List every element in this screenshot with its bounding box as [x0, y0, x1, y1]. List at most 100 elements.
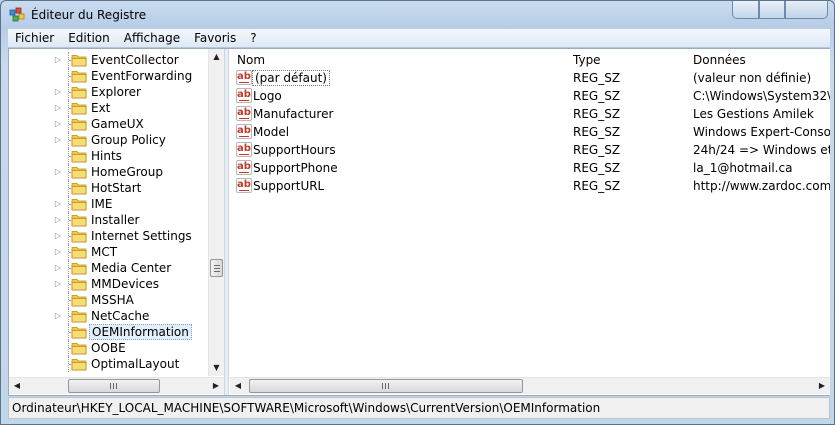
expand-arrow-icon[interactable]: ▷ — [53, 231, 63, 241]
column-header-data[interactable]: Données — [693, 53, 746, 67]
tree-item[interactable]: ▷ NetCache — [9, 308, 209, 324]
tree-item-label: MSSHA — [91, 293, 134, 307]
close-button[interactable] — [785, 1, 828, 19]
expand-arrow-icon[interactable]: ▷ — [53, 135, 63, 145]
expand-arrow-icon[interactable]: ▷ — [53, 103, 63, 113]
tree-hscroll-thumb[interactable] — [68, 379, 160, 393]
tree-item[interactable]: ▷ Media Center — [9, 260, 209, 276]
value-data: Windows Expert-Consom — [693, 125, 830, 139]
value-name: Manufacturer — [253, 107, 334, 121]
expand-arrow-icon[interactable]: ▷ — [53, 199, 63, 209]
menu-edition[interactable]: Edition — [61, 29, 117, 48]
tree-item[interactable]: Hints — [9, 148, 209, 164]
table-row[interactable]: ab SupportPhone REG_SZ la_1@hotmail.ca — [230, 159, 830, 177]
tree-item[interactable]: ▷ IME — [9, 196, 209, 212]
tree-item[interactable]: OOBE — [9, 340, 209, 356]
folder-icon — [71, 231, 87, 243]
key-tree-pane: ▷ EventCollector EventForwarding ▷ Explorer ▷… — [9, 49, 224, 395]
expand-arrow-icon[interactable]: ▷ — [53, 263, 63, 273]
menu-help[interactable]: ? — [243, 29, 263, 48]
scroll-left-arrow-icon[interactable]: ◀ — [230, 378, 246, 394]
tree-item[interactable]: MSSHA — [9, 292, 209, 308]
tree-item[interactable]: ▷ EventCollector — [9, 52, 209, 68]
menu-affichage[interactable]: Affichage — [117, 29, 187, 48]
expand-arrow-icon[interactable]: ▷ — [53, 87, 63, 97]
pane-splitter[interactable] — [224, 49, 229, 395]
menu-fichier[interactable]: Fichier — [8, 29, 61, 48]
tree-item[interactable]: OptimalLayout — [9, 356, 209, 372]
scroll-right-arrow-icon[interactable]: ▶ — [814, 378, 830, 394]
registry-editor-window: Éditeur du Registre Fichier Edition Affi… — [0, 0, 835, 425]
tree-item[interactable]: HotStart — [9, 180, 209, 196]
value-type: REG_SZ — [573, 125, 621, 139]
tree-item-label: OptimalLayout — [91, 357, 180, 371]
list-hscroll-thumb[interactable] — [249, 379, 523, 393]
expand-arrow-icon[interactable]: ▷ — [53, 279, 63, 289]
tree-scroll-thumb[interactable] — [210, 259, 223, 277]
value-type: REG_SZ — [573, 71, 621, 85]
table-row[interactable]: ab (par défaut) REG_SZ (valeur non définie) — [230, 69, 830, 87]
tree-item[interactable]: EventForwarding — [9, 68, 209, 84]
minimize-button[interactable] — [732, 1, 759, 19]
tree-horizontal-scrollbar[interactable]: ◀ ▶ — [9, 377, 224, 394]
scroll-right-arrow-icon[interactable]: ▶ — [208, 378, 224, 394]
table-row[interactable]: ab SupportURL REG_SZ http://www.zardoc.com — [230, 177, 830, 195]
table-row[interactable]: ab Manufacturer REG_SZ Les Gestions Amilek — [230, 105, 830, 123]
expand-arrow-icon[interactable]: ▷ — [53, 247, 63, 257]
status-bar: Ordinateur\HKEY_LOCAL_MACHINE\SOFTWARE\M… — [8, 397, 830, 419]
tree-item[interactable]: ▷ GameUX — [9, 116, 209, 132]
folder-icon — [71, 311, 87, 323]
list-horizontal-scrollbar[interactable]: ◀ ▶ — [230, 377, 830, 394]
tree-item[interactable]: ▷ Explorer — [9, 84, 209, 100]
client-area: ▷ EventCollector EventForwarding ▷ Explorer ▷… — [8, 48, 830, 396]
tree-item[interactable]: ▷ MCT — [9, 244, 209, 260]
tree-item-label: OOBE — [91, 341, 126, 355]
folder-icon — [71, 295, 87, 307]
tree-vertical-scrollbar[interactable]: ▲ ▼ — [208, 49, 224, 376]
tree-item[interactable]: OEMInformation — [9, 324, 209, 340]
tree-item-label: HomeGroup — [91, 165, 163, 179]
column-header-name[interactable]: Nom — [237, 53, 265, 67]
table-row[interactable]: ab Model REG_SZ Windows Expert-Consom — [230, 123, 830, 141]
key-tree: ▷ EventCollector EventForwarding ▷ Explorer ▷… — [9, 52, 209, 372]
maximize-button[interactable] — [759, 1, 785, 19]
tree-item-label: MMDevices — [91, 277, 159, 291]
tree-item[interactable]: ▷ Installer — [9, 212, 209, 228]
registry-editor-icon — [9, 7, 25, 22]
ab-string-value-icon: ab — [236, 70, 252, 85]
value-type: REG_SZ — [573, 89, 621, 103]
tree-item[interactable]: ▷ Internet Settings — [9, 228, 209, 244]
value-type: REG_SZ — [573, 179, 621, 193]
scroll-up-arrow-icon[interactable]: ▲ — [209, 49, 224, 65]
menu-favoris[interactable]: Favoris — [187, 29, 243, 48]
value-data: C:\Windows\System32\o — [693, 89, 830, 103]
folder-icon — [71, 55, 87, 67]
column-header-type[interactable]: Type — [573, 53, 601, 67]
expand-arrow-icon[interactable]: ▷ — [53, 215, 63, 225]
tree-item[interactable]: ▷ HomeGroup — [9, 164, 209, 180]
table-row[interactable]: ab SupportHours REG_SZ 24h/24 => Windows et — [230, 141, 830, 159]
tree-item[interactable]: ▷ Group Policy — [9, 132, 209, 148]
ab-string-value-icon: ab — [236, 142, 252, 157]
tree-item[interactable]: ▷ MMDevices — [9, 276, 209, 292]
value-data: (valeur non définie) — [693, 71, 812, 85]
folder-icon — [71, 343, 87, 355]
table-row[interactable]: ab Logo REG_SZ C:\Windows\System32\o — [230, 87, 830, 105]
expand-arrow-icon[interactable]: ▷ — [53, 55, 63, 65]
expand-arrow-icon[interactable]: ▷ — [53, 167, 63, 177]
folder-icon — [71, 327, 87, 339]
scroll-left-arrow-icon[interactable]: ◀ — [9, 378, 25, 394]
title-bar[interactable]: Éditeur du Registre — [1, 1, 834, 29]
tree-item[interactable]: ▷ Ext — [9, 100, 209, 116]
value-name: Logo — [253, 89, 282, 103]
values-list-pane: Nom Type Données ab (par défaut) REG_SZ (va… — [230, 49, 830, 395]
expand-arrow-icon[interactable]: ▷ — [53, 119, 63, 129]
expand-arrow-icon[interactable]: ▷ — [53, 311, 63, 321]
tree-item-label: MCT — [91, 245, 118, 259]
tree-item-label: Group Policy — [91, 133, 166, 147]
scroll-down-arrow-icon[interactable]: ▼ — [209, 360, 224, 376]
key-path: Ordinateur\HKEY_LOCAL_MACHINE\SOFTWARE\M… — [12, 401, 601, 415]
tree-item-label: Internet Settings — [91, 229, 192, 243]
value-type: REG_SZ — [573, 161, 621, 175]
window-title: Éditeur du Registre — [31, 8, 147, 22]
